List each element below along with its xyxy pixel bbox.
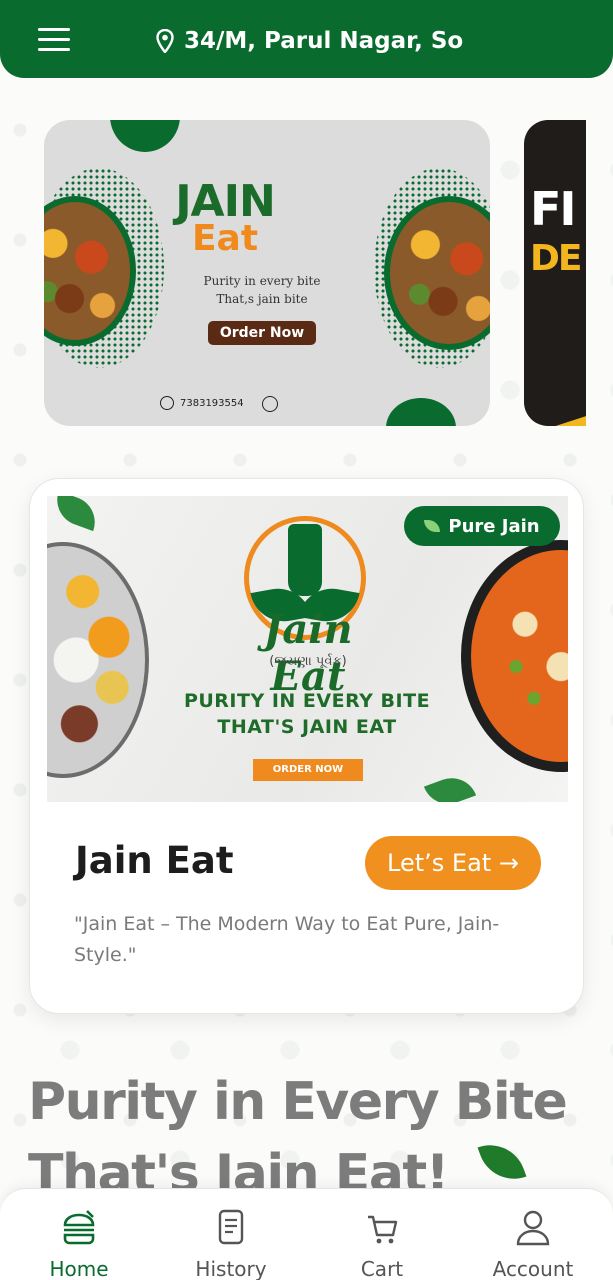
phone-icon <box>160 396 174 410</box>
banner-tagline: Purity in every bite That,s jain bite <box>160 272 364 308</box>
location-selector[interactable]: 34/M, Parul Nagar, Sola, <box>156 24 464 58</box>
banner-slogan-line2: THAT'S JAIN EAT <box>217 716 397 738</box>
leaf-icon <box>424 520 441 532</box>
banner-order-now-button[interactable]: Order Now <box>208 321 316 345</box>
nav-label-account: Account <box>492 1257 574 1280</box>
nav-label-home: Home <box>49 1257 109 1280</box>
phone-number: 7383193554 <box>180 397 244 409</box>
banner2-line2: DE <box>530 238 583 279</box>
badge-label: Pure Jain <box>448 515 540 537</box>
banner-subtitle: Eat <box>191 218 259 259</box>
receipt-icon <box>218 1209 244 1245</box>
restaurant-card[interactable]: Jain Eat (જયણા પૂર્વક) PURITY IN EVERY B… <box>29 478 584 1014</box>
logo-symbol <box>288 524 322 596</box>
hamburger-menu-button[interactable] <box>38 28 72 54</box>
nav-label-cart: Cart <box>360 1257 404 1280</box>
decor-blob <box>110 120 180 152</box>
nav-item-history[interactable]: History <box>176 1209 286 1280</box>
location-text: 34/M, Parul Nagar, Sola, <box>184 28 464 54</box>
lets-eat-button[interactable]: Let’s Eat → <box>365 836 541 890</box>
burger-icon <box>63 1210 95 1245</box>
banner-order-now: ORDER NOW <box>253 759 363 781</box>
app-header: 34/M, Parul Nagar, Sola, <box>0 0 613 78</box>
thali-image <box>47 542 149 778</box>
nav-item-cart[interactable]: Cart <box>327 1209 437 1280</box>
tagline-line1: Purity in every bite <box>203 274 321 288</box>
bottom-navigation: Home History Cart Account <box>0 1188 613 1280</box>
leaf-decor <box>423 770 477 802</box>
decor-blob <box>386 398 456 426</box>
paneer-bowl-image <box>461 540 568 772</box>
delivery-bag-image <box>539 412 586 426</box>
pure-jain-badge: Pure Jain <box>404 506 560 546</box>
cart-icon <box>368 1215 398 1244</box>
location-pin-icon <box>156 29 174 53</box>
logo-subtitle: (જયણા પૂર્વક) <box>269 654 347 669</box>
user-icon <box>516 1210 550 1246</box>
tagline-line2: That,s jain bite <box>216 292 308 306</box>
logo-wordmark: Jain Eat <box>263 606 353 700</box>
nav-item-home[interactable]: Home <box>24 1209 134 1280</box>
restaurant-description: "Jain Eat – The Modern Way to Eat Pure, … <box>74 913 500 966</box>
restaurant-name: Jain Eat <box>75 839 234 882</box>
slogan-line1: Purity in Every Bite <box>28 1072 568 1132</box>
restaurant-banner-image: Jain Eat (જયણા પૂર્વક) PURITY IN EVERY B… <box>47 496 568 802</box>
nav-item-account[interactable]: Account <box>478 1209 588 1280</box>
promo-banner-delivery[interactable]: FI DE <box>524 120 586 426</box>
banner-slogan-line1: PURITY IN EVERY BITE <box>183 690 431 712</box>
leaf-decor <box>49 496 103 532</box>
banner2-line1: FI <box>530 182 577 236</box>
banner-phone: 7383193554 <box>160 396 244 410</box>
nav-label-history: History <box>195 1257 267 1280</box>
globe-icon <box>262 396 278 412</box>
promo-banner-jain-eat[interactable]: JAIN Eat Purity in every bite That,s jai… <box>44 120 490 426</box>
